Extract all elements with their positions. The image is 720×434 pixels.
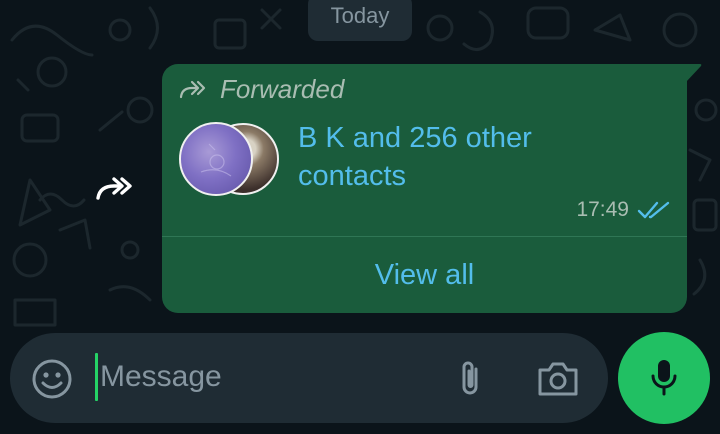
attach-button[interactable] xyxy=(450,357,490,401)
contact-avatar-stack[interactable] xyxy=(179,122,289,196)
view-all-label: View all xyxy=(374,258,475,291)
message-meta: 17:49 xyxy=(576,198,671,222)
outgoing-message-bubble[interactable]: Forwarded B K and 256 other contacts 17:… xyxy=(162,64,687,313)
forwarded-icon xyxy=(179,80,206,99)
message-composer xyxy=(10,333,608,423)
forwarded-label: Forwarded xyxy=(220,73,345,104)
shared-contacts-summary[interactable]: B K and 256 other contacts xyxy=(298,119,628,195)
camera-button[interactable] xyxy=(535,359,581,399)
camera-icon xyxy=(538,362,578,396)
avatar-photo-texture xyxy=(200,143,232,177)
date-divider-label: Today xyxy=(330,3,390,28)
bubble-tail xyxy=(686,64,702,82)
emoji-button[interactable] xyxy=(30,357,74,401)
message-input[interactable] xyxy=(100,347,430,407)
forward-shortcut-button[interactable] xyxy=(88,170,138,206)
paperclip-icon xyxy=(462,361,478,395)
forwarded-indicator: Forwarded xyxy=(178,74,344,104)
view-all-button[interactable]: View all xyxy=(162,237,687,313)
double-check-icon xyxy=(637,201,670,219)
date-divider-chip: Today xyxy=(308,0,412,41)
message-time: 17:49 xyxy=(576,198,629,221)
text-cursor xyxy=(95,353,98,401)
smiley-icon xyxy=(32,359,72,399)
forward-arrow-icon xyxy=(96,177,132,200)
microphone-icon xyxy=(651,360,677,396)
voice-message-button[interactable] xyxy=(618,332,710,424)
contact-avatar-primary xyxy=(179,122,253,196)
